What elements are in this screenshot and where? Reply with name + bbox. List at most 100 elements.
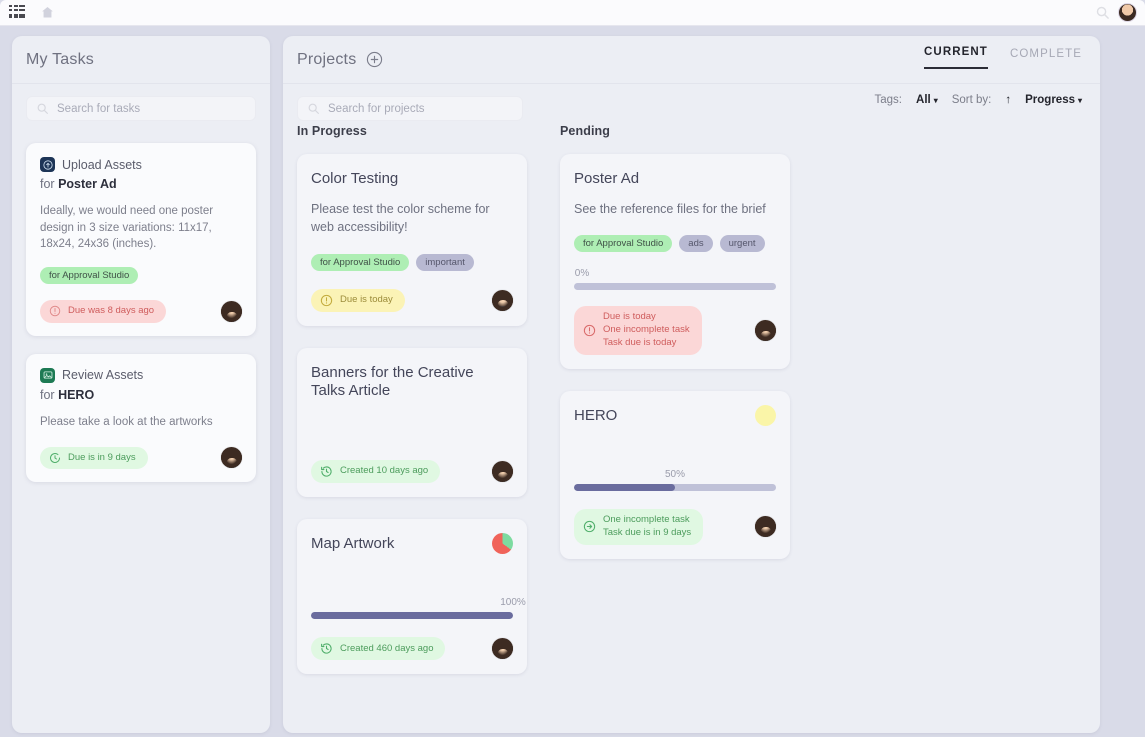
project-card[interactable]: Poster Ad See the reference files for th… [560,154,790,369]
progress: 50% [574,469,776,492]
status-badge: Created 10 days ago [311,460,441,484]
task-description: Please take a look at the artworks [40,415,213,428]
search-input[interactable] [57,102,246,115]
for-project: HERO [58,387,95,402]
task-name: Review Assets [62,368,144,383]
task-project-line: for HERO [40,388,242,402]
project-title: HERO [574,406,618,424]
tags-filter-value[interactable]: All ▾ [916,94,938,106]
for-prefix: for [40,177,59,191]
project-title: Banners for the Creative Talks Article [311,363,474,399]
my-tasks-header: My Tasks [12,36,270,84]
column-in-progress: In Progress Color Testing Please test th… [297,124,527,696]
avatar[interactable] [492,289,513,311]
sort-by-value[interactable]: Progress ▾ [1025,94,1082,106]
projects-search-box[interactable] [297,96,523,121]
history-icon [321,643,332,655]
plus-circle-icon [367,51,383,68]
progress-value: 0% [574,268,590,280]
user-avatar[interactable] [1118,3,1137,22]
browser-topbar [0,0,1145,26]
search-input[interactable] [328,102,513,115]
status-badge: Created 460 days ago [311,637,446,661]
projects-panel: Projects CURRENT COMPLETE Search for pro… [283,36,1100,733]
task-list: Upload Assets for Poster Ad Ideally, we … [12,121,270,483]
avatar[interactable] [755,320,776,342]
status-badge: Due is today [311,288,405,312]
progress-fill [311,612,513,620]
task-tags: for Approval Studio [40,267,242,285]
search-icon [37,103,48,114]
tag-pill[interactable]: for Approval Studio [574,235,673,253]
project-card[interactable]: HERO 50% One incomplete task Task due is… [560,390,790,559]
status-badge: Due is today One incomplete task Task du… [574,306,702,355]
add-project-button[interactable] [366,51,383,68]
tag-pill[interactable]: important [416,253,474,271]
project-description: Please test the color scheme for web acc… [311,202,490,235]
tab-current[interactable]: CURRENT [924,46,988,69]
tags-filter-label: Tags: [874,94,903,106]
clock-icon [50,452,60,463]
status-text: One incomplete task [603,324,690,336]
pie-status-icon [492,533,513,555]
avatar[interactable] [221,300,242,322]
avatar[interactable] [492,638,513,660]
progress-track [574,283,776,291]
task-name: Upload Assets [62,157,142,172]
project-card[interactable]: Banners for the Creative Talks Article C… [297,347,527,498]
tag-pill[interactable]: for Approval Studio [311,253,410,271]
avatar[interactable] [221,447,242,469]
task-description: Ideally, we would need one poster design… [40,205,214,251]
status-badge: One incomplete task Task due is in 9 day… [574,509,704,545]
progress-value: 100% [500,597,526,609]
sort-by-label: Sort by: [951,94,992,106]
alert-circle-icon [49,306,61,317]
status-badge: Due is in 9 days [40,446,148,470]
progress: 0% [574,268,776,291]
progress-track [311,612,513,620]
tasks-search-box[interactable] [26,96,256,121]
arrow-right-circle-icon [583,521,596,533]
status-text: Created 10 days ago [340,465,429,477]
my-tasks-panel: My Tasks Search for tasks Upload Assets … [12,36,270,733]
tag-pill[interactable]: for Approval Studio [40,267,139,285]
search-icon[interactable] [1095,5,1110,20]
status-text: Due is today [340,293,393,305]
sort-direction-toggle[interactable]: ↑ [1005,94,1011,106]
project-tags: for Approval Studio ads urgent [574,235,776,253]
column-title: In Progress [297,124,367,138]
status-text: Task due is today [603,337,677,349]
project-card[interactable]: Color Testing Please test the color sche… [297,154,527,326]
status-text: Task due is in 9 days [603,526,692,538]
filter-bar: Tags: All ▾ Sort by: ↑ Progress ▾ [875,94,1082,106]
status-text: Due is in 9 days [68,451,136,463]
history-icon [321,466,332,477]
image-icon [40,367,55,383]
for-project: Poster Ad [58,177,117,191]
avatar[interactable] [492,461,513,483]
chevron-down-icon: ▾ [933,96,938,105]
tag-pill[interactable]: urgent [719,235,765,253]
tag-pill[interactable]: ads [679,235,713,253]
alert-circle-icon [583,324,596,337]
task-card[interactable]: Upload Assets for Poster Ad Ideally, we … [26,143,256,336]
progress-track [574,484,776,492]
project-columns: In Progress Color Testing Please test th… [297,124,1086,696]
progress-value: 50% [664,469,686,481]
task-card[interactable]: Review Assets for HERO Please take a loo… [26,353,256,483]
status-text: One incomplete task [603,514,690,526]
search-icon [308,103,319,114]
home-icon[interactable] [39,5,56,20]
status-text: Due was 8 days ago [68,305,155,317]
for-prefix: for [40,387,59,402]
task-project-line: for Poster Ad [40,177,242,191]
project-card[interactable]: Map Artwork 100% Created 460 days ago [297,519,527,675]
alert-circle-icon [320,294,333,306]
projects-title: Projects [297,50,357,68]
status-text: Due is today [603,311,656,323]
qr-logo-icon [9,5,25,20]
tab-complete[interactable]: COMPLETE [1010,48,1082,69]
project-description: See the reference files for the brief [574,202,766,217]
chevron-down-icon: ▾ [1077,96,1082,105]
avatar[interactable] [755,516,776,538]
